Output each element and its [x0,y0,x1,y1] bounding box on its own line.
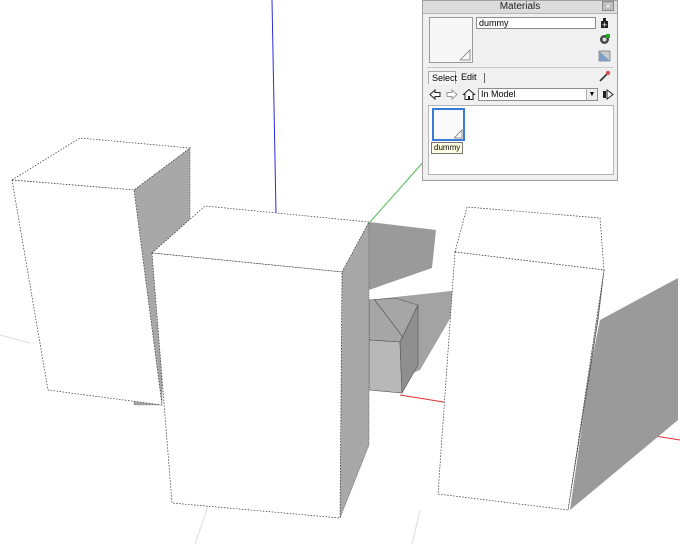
middle-building-front [151,252,343,519]
home-icon[interactable] [462,88,476,101]
details-arrow-icon[interactable] [601,88,615,101]
small-box-front [368,339,403,394]
ground-line [194,499,211,544]
material-tooltip: dummy [431,142,464,154]
material-thumbnail[interactable] [432,108,465,141]
svg-text:+: + [602,21,608,29]
default-material-icon[interactable] [598,33,611,45]
forward-arrow-icon[interactable] [445,88,459,101]
material-grid: dummy [428,105,614,175]
materials-title: Materials [499,1,541,12]
blue-axis [271,0,277,214]
eyedropper-icon[interactable] [598,70,611,82]
tab-edit[interactable]: Edit [458,71,480,84]
ground-line [0,334,31,344]
ground-line [411,509,421,544]
close-button[interactable]: × [602,1,614,11]
back-arrow-icon[interactable] [428,88,442,101]
material-name-field[interactable]: dummy [476,17,596,29]
green-axis [369,159,426,223]
material-preview-swatch[interactable] [429,17,473,63]
sample-paint-icon [459,49,471,61]
tab-separator [484,73,485,83]
display-secondary-icon[interactable] [598,50,611,62]
panel-divider [427,67,613,68]
materials-titlebar[interactable]: Materials × [423,1,617,14]
collection-dropdown[interactable]: In Model ▼ [478,88,598,101]
chevron-down-icon[interactable]: ▼ [586,89,597,100]
create-material-icon[interactable]: + [598,17,611,29]
tab-select[interactable]: Select [428,71,457,84]
materials-panel: Materials × dummy + Select Edit In Model… [422,0,618,181]
thumbnail-corner-icon [453,129,463,139]
collection-value: In Model [481,89,516,99]
shadow-middle-building [369,222,436,290]
